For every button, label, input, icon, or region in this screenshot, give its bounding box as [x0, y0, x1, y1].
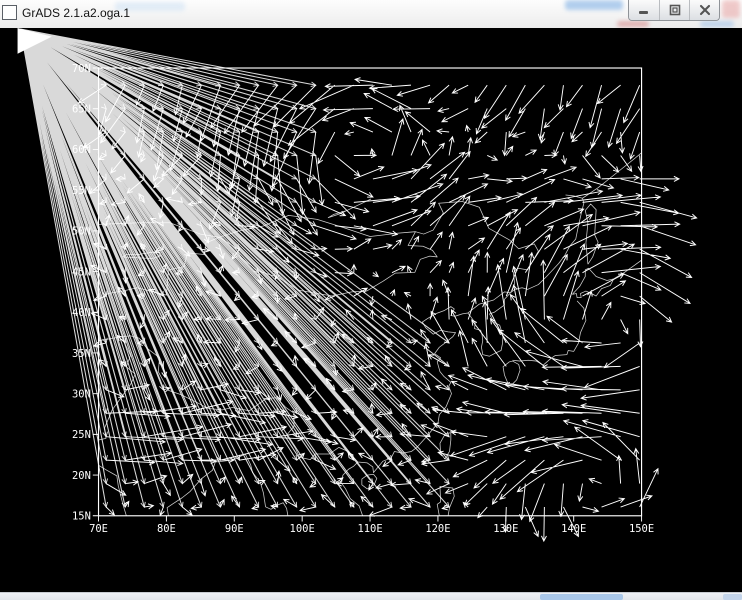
x-tick-label: 120E [425, 523, 450, 535]
y-tick-label: 25N [72, 429, 91, 441]
titlebar[interactable]: GrADS 2.1.a2.oga.1 [0, 0, 742, 28]
glass-smudge [565, 0, 623, 10]
restore-button[interactable] [659, 0, 689, 20]
vector-plot: 70E80E90E100E110E120E130E140E150E15N20N2… [0, 28, 742, 592]
glass-smudge [700, 21, 734, 27]
taskbar-item [723, 594, 742, 600]
minimize-icon [638, 4, 650, 16]
glass-smudge [722, 0, 740, 18]
y-tick-label: 15N [72, 511, 91, 523]
close-button[interactable] [689, 0, 719, 20]
window-controls [628, 0, 720, 21]
window-title: GrADS 2.1.a2.oga.1 [22, 6, 130, 20]
grads-window-icon [2, 5, 17, 20]
desktop-taskbar-strip [0, 592, 742, 600]
minimize-button[interactable] [629, 0, 659, 20]
grads-window: GrADS 2.1.a2.oga.1 70E80E90E100E110E120 [0, 0, 742, 600]
x-tick-label: 80E [157, 523, 176, 535]
close-icon [699, 4, 711, 16]
taskbar-item [540, 594, 623, 600]
x-tick-label: 100E [290, 523, 315, 535]
plot-canvas: 70E80E90E100E110E120E130E140E150E15N20N2… [0, 28, 742, 592]
x-tick-label: 90E [225, 523, 244, 535]
x-tick-label: 150E [629, 523, 654, 535]
y-tick-label: 20N [72, 470, 91, 482]
glass-smudge [617, 21, 649, 27]
x-tick-label: 70E [89, 523, 108, 535]
x-tick-label: 110E [357, 523, 382, 535]
restore-icon [669, 4, 681, 16]
